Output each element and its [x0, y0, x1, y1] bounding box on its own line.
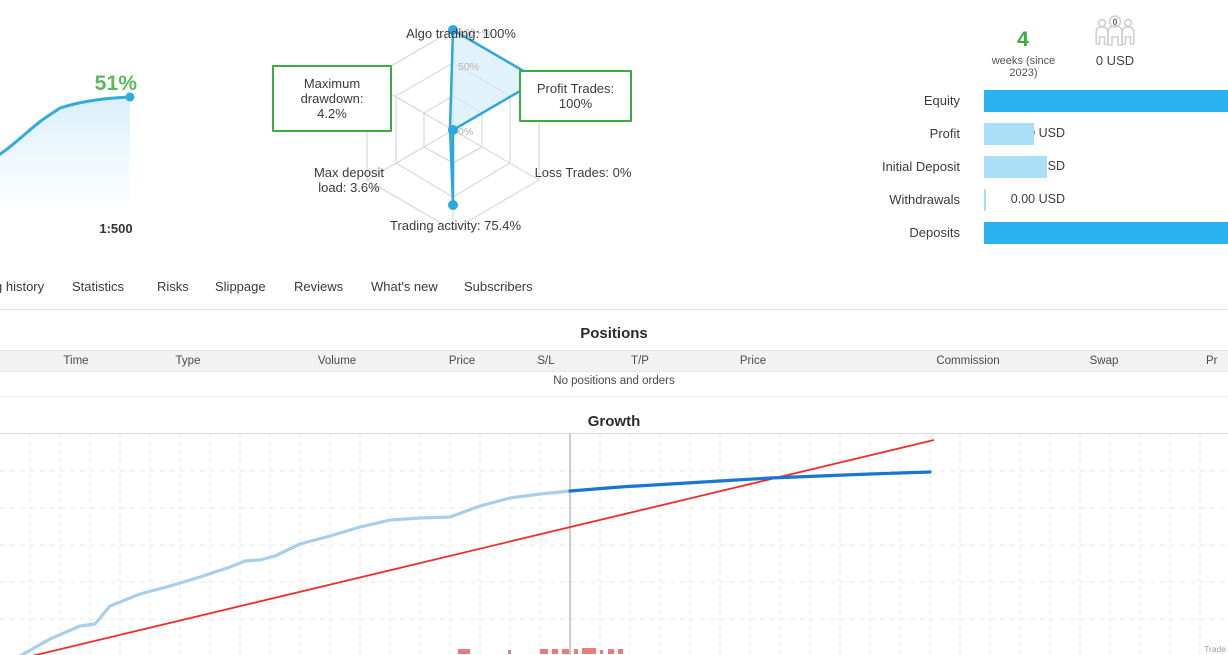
positions-col-tp[interactable]: T/P [600, 355, 680, 367]
tab-whats-new[interactable]: What's new [371, 279, 438, 294]
positions-title: Positions [580, 325, 648, 342]
radar-label-max-drawdown: Maximum drawdown: 4.2% [272, 65, 392, 132]
summary-row-equity: Equity 2 235.90 USD [780, 84, 1228, 117]
growth-title: Growth [587, 413, 641, 430]
summary-row-equity-bar [984, 90, 1228, 112]
positions-bottom-divider [0, 396, 1228, 397]
summary-row-initial-deposit: Initial Deposit 300.00 USD [780, 150, 1228, 183]
growth-chart-svg [0, 434, 1228, 655]
positions-col-swap[interactable]: Swap [1064, 355, 1144, 367]
radar-label-loss-trades: Loss Trades: 0% [534, 165, 632, 180]
leverage-growth-percent: 51% [94, 72, 138, 95]
summary-row-withdrawals-bar [984, 189, 986, 211]
radar-label-max-drawdown-line1: Maximum [303, 76, 361, 91]
profile-statistics-page: 51% 1:500 100+% 50% 0% Algo trading: 100… [0, 0, 1228, 655]
growth-series-past [18, 489, 572, 655]
positions-section: Positions Time Type Volume Price S/L T/P… [0, 311, 1228, 401]
growth-section: Growth Trade [0, 401, 1228, 655]
summary-row-equity-label: Equity [923, 93, 960, 108]
tab-risks[interactable]: Risks [157, 279, 189, 294]
positions-col-time[interactable]: Time [36, 355, 116, 367]
account-summary-bars: Equity 2 235.90 USD Profit 235.90 USD In… [780, 0, 1228, 268]
radar-label-max-drawdown-line2: drawdown: 4.2% [300, 91, 364, 121]
positions-col-type[interactable]: Type [148, 355, 228, 367]
summary-row-profit-label: Profit [929, 126, 960, 141]
positions-col-price-open[interactable]: Price [422, 355, 502, 367]
positions-col-commission[interactable]: Commission [918, 355, 1018, 367]
growth-trade-bars [458, 648, 623, 654]
growth-footnote: Trade [1204, 645, 1226, 654]
tab-statistics[interactable]: Statistics [72, 279, 124, 294]
section-tabs: g history Statistics Risks Slippage Revi… [0, 268, 1228, 310]
radar-label-profit-trades: Profit Trades: 100% [519, 70, 632, 122]
radar-label-profit-trades-line2: 100% [558, 96, 593, 111]
top-summary-band: 51% 1:500 100+% 50% 0% Algo trading: 100… [0, 0, 1228, 268]
positions-col-price-cur[interactable]: Price [713, 355, 793, 367]
summary-row-initial-deposit-bar [984, 156, 1047, 178]
tab-reviews[interactable]: Reviews [294, 279, 343, 294]
positions-col-profit[interactable]: Pr [1206, 355, 1228, 367]
radar-label-algo-trading: Algo trading: 100% [406, 26, 516, 41]
summary-row-withdrawals-label: Withdrawals [889, 192, 960, 207]
radar-label-profit-trades-line1: Profit Trades: [536, 81, 615, 96]
summary-row-withdrawals: Withdrawals 0.00 USD [780, 183, 1228, 216]
radar-label-max-deposit-load-line2: load: 3.6% [318, 180, 380, 195]
svg-text:50%: 50% [458, 61, 479, 73]
radar-label-max-deposit-load: Max deposit load: 3.6% [294, 165, 404, 195]
tab-trading-history[interactable]: g history [0, 279, 44, 294]
radar-label-max-deposit-load-line1: Max deposit [313, 165, 385, 180]
positions-col-sl[interactable]: S/L [506, 355, 586, 367]
summary-row-deposits-bar [984, 222, 1228, 244]
positions-col-volume[interactable]: Volume [297, 355, 377, 367]
tab-slippage[interactable]: Slippage [215, 279, 266, 294]
summary-row-profit-bar [984, 123, 1034, 145]
positions-empty-message: No positions and orders [553, 375, 675, 387]
leverage-mini-chart: 51% 1:500 [0, 0, 200, 268]
tab-subscribers[interactable]: Subscribers [464, 279, 533, 294]
leverage-value: 1:500 [99, 221, 133, 236]
svg-text:0%: 0% [458, 126, 473, 138]
risk-radar-chart: 100+% 50% 0% Algo trading: 100% Maximum … [258, 8, 664, 260]
summary-row-deposits-label: Deposits [909, 225, 960, 240]
growth-chart[interactable] [0, 434, 1228, 655]
growth-trend-line [32, 439, 935, 655]
summary-row-profit: Profit 235.90 USD [780, 117, 1228, 150]
positions-table-header: Time Type Volume Price S/L T/P Price Com… [0, 350, 1228, 372]
summary-row-deposits: Deposits 1 700.00 USD [780, 216, 1228, 249]
radar-label-trading-activity: Trading activity: 75.4% [389, 218, 522, 233]
summary-row-initial-deposit-label: Initial Deposit [881, 159, 960, 174]
